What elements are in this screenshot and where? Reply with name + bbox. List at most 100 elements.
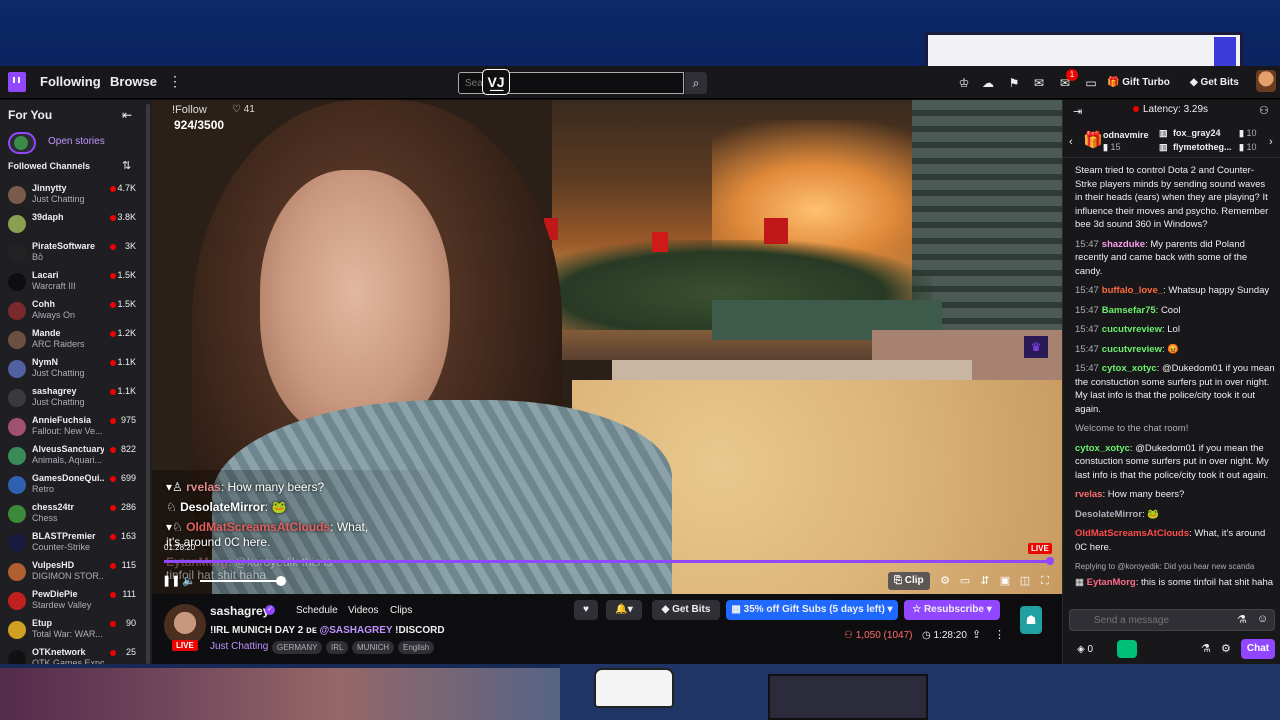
chat-user[interactable]: DesolateMirror xyxy=(1075,509,1142,520)
sidebar-channel[interactable]: OTKnetwork OTK Games Expo 25 xyxy=(0,646,148,664)
chat-user[interactable]: EytanMorg xyxy=(1087,577,1136,588)
sidebar-channel[interactable]: AnnieFuchsia Fallout: New Ve... 975 xyxy=(0,414,148,443)
nav-following[interactable]: Following xyxy=(40,74,101,89)
tag-chip[interactable]: English xyxy=(398,641,435,654)
chat-user[interactable]: rvelas xyxy=(1075,489,1102,500)
claim-points-button[interactable] xyxy=(1117,640,1137,658)
sidebar-channel[interactable]: PirateSoftware Bō 3K xyxy=(0,240,148,269)
share-icon[interactable]: ⇪ xyxy=(972,628,981,641)
chat-user[interactable]: cytox_xotyc xyxy=(1102,363,1157,374)
volume-knob[interactable] xyxy=(276,576,286,586)
sidebar-channel[interactable]: Etup Total War: WAR... 90 xyxy=(0,617,148,646)
settings-icon[interactable]: ⚙ xyxy=(938,574,952,588)
channel-name: OTKnetwork xyxy=(32,647,86,657)
channel-game: Warcraft III xyxy=(32,281,76,291)
bits-icon[interactable]: ⚗ xyxy=(1201,642,1211,655)
chat-user[interactable]: OldMatScreamsAtClouds xyxy=(1075,528,1189,539)
chat-message: 15:47 Bamsefar75: Cool xyxy=(1075,304,1275,318)
chat-header: ⇥ Latency: 3.29s ⚇ xyxy=(1063,100,1280,122)
channel-name: AlveusSanctuary xyxy=(32,444,104,454)
pause-icon[interactable]: ❚❚ xyxy=(162,574,180,588)
follow-heart-button[interactable]: ♥ xyxy=(574,600,598,620)
sort-icon[interactable]: ⇅ xyxy=(122,159,131,172)
extensions-icon[interactable]: ⚑ xyxy=(1006,75,1022,91)
whispers-icon[interactable]: ▭ xyxy=(1083,75,1099,91)
collapse-chat-icon[interactable]: ⇥ xyxy=(1073,105,1082,118)
sidebar-channel[interactable]: AlveusSanctuary Animals, Aquari... 822 xyxy=(0,443,148,472)
sidebar-channel[interactable]: chess24tr Chess 286 xyxy=(0,501,148,530)
stream-title-mention[interactable]: @SASHAGREY xyxy=(319,625,392,636)
volume-icon[interactable]: 🔈 xyxy=(182,574,196,588)
latency-value: Latency: 3.29s xyxy=(1143,104,1209,115)
collapse-sidebar-icon[interactable]: ⇤ xyxy=(122,108,132,122)
seek-bar[interactable] xyxy=(164,557,1054,565)
channel-points[interactable]: ◈ 0 xyxy=(1077,644,1093,655)
category-link[interactable]: Just Chatting xyxy=(210,641,268,652)
tag-chip[interactable]: GERMANY xyxy=(272,641,323,654)
twitch-logo-icon[interactable] xyxy=(8,72,26,92)
gifter-name[interactable]: flymetotheg... xyxy=(1173,142,1232,152)
resubscribe-button[interactable]: ☆ Resubscribe ▾ xyxy=(904,600,1000,620)
more-options-icon[interactable]: ⋮ xyxy=(994,628,1005,641)
chevron-right-icon[interactable]: › xyxy=(1269,136,1273,148)
seek-handle[interactable] xyxy=(1046,557,1054,565)
theatre-mode-icon[interactable]: ▭ xyxy=(958,574,972,588)
nav-browse[interactable]: Browse xyxy=(110,74,157,89)
gifter-name[interactable]: fox_gray24 xyxy=(1173,128,1221,138)
sidebar-channel[interactable]: BLASTPremier Counter-Strike 163 xyxy=(0,530,148,559)
chat-user[interactable]: cucutvreview xyxy=(1102,324,1162,335)
overlay-chat-user: OldMatScreamsAtClouds xyxy=(186,520,331,534)
gift-sub-promo-icon[interactable]: ☗ xyxy=(1020,606,1042,634)
chat-user[interactable]: cytox_xotyc xyxy=(1075,443,1130,454)
get-bits-button[interactable]: ◆ Get Bits xyxy=(652,600,720,620)
open-stories-link[interactable]: Open stories xyxy=(48,136,105,147)
miniplayer-icon[interactable]: ▣ xyxy=(998,574,1012,588)
layout-icon[interactable]: ◫ xyxy=(1018,574,1032,588)
get-bits-button[interactable]: ◆ Get Bits xyxy=(1190,73,1239,93)
tag-chip[interactable]: MUNICH xyxy=(352,641,394,654)
community-icon[interactable]: ⚇ xyxy=(1259,104,1269,117)
user-avatar[interactable] xyxy=(1256,70,1276,92)
volume-slider[interactable] xyxy=(200,576,286,586)
tab-schedule[interactable]: Schedule xyxy=(296,605,338,616)
chat-user[interactable]: Bamsefar75 xyxy=(1102,305,1156,316)
cloud-icon[interactable]: ☁ xyxy=(980,75,996,91)
inbox-icon[interactable]: ✉ xyxy=(1031,75,1047,91)
fullscreen-icon[interactable]: ⛶ xyxy=(1038,574,1052,588)
sidebar-channel[interactable]: 39daph 3.8K xyxy=(0,211,148,240)
sidebar-channel[interactable]: Jinnytty Just Chatting 4.7K xyxy=(0,182,148,211)
clip-button[interactable]: ⎘ Clip xyxy=(888,572,930,590)
stories-avatar[interactable] xyxy=(8,132,36,154)
popout-icon[interactable]: ⇵ xyxy=(978,574,992,588)
tab-videos[interactable]: Videos xyxy=(348,605,378,616)
streamer-name[interactable]: sashagrey xyxy=(210,604,269,618)
chat-settings-icon[interactable]: ⚙ xyxy=(1221,642,1231,655)
search-icon[interactable]: ⌕ xyxy=(685,72,707,94)
sidebar-channel[interactable]: NymN Just Chatting 1.1K xyxy=(0,356,148,385)
emote-icon[interactable]: ☺ xyxy=(1257,613,1268,625)
tag-chip[interactable]: IRL xyxy=(326,641,349,654)
chat-user[interactable]: shazduke xyxy=(1102,239,1145,250)
notifications-bell-button[interactable]: 🔔▾ xyxy=(606,600,642,620)
sidebar-channel[interactable]: Mande ARC Raiders 1.2K xyxy=(0,327,148,356)
chat-send-button[interactable]: Chat xyxy=(1241,639,1275,659)
sidebar-channel[interactable]: sashagrey Just Chatting 1.1K xyxy=(0,385,148,414)
chat-user[interactable]: buffalo_love_ xyxy=(1102,285,1163,296)
stream-title-prefix: !IRL MUNICH DAY 2 ᴅᴇ xyxy=(210,625,320,636)
crown-icon[interactable]: ♔ xyxy=(956,75,972,91)
sidebar-channel[interactable]: VulpesHD DIGIMON STOR... 115 xyxy=(0,559,148,588)
chat-user[interactable]: cucutvreview xyxy=(1102,344,1162,355)
sidebar-scrollbar[interactable] xyxy=(146,104,150,664)
gift-subs-button[interactable]: ▦ 35% off Gift Subs (5 days left) ▾ xyxy=(726,600,898,620)
sidebar-channel[interactable]: Cohh Always On 1.5K xyxy=(0,298,148,327)
chevron-left-icon[interactable]: ‹ xyxy=(1069,136,1073,148)
bits-icon[interactable]: ⚗ xyxy=(1237,613,1247,626)
gifter-name[interactable]: odnavmire xyxy=(1103,130,1149,140)
sidebar-channel[interactable]: PewDiePie Stardew Valley 111 xyxy=(0,588,148,617)
tab-clips[interactable]: Clips xyxy=(390,605,412,616)
more-icon[interactable]: ⋮ xyxy=(168,73,182,90)
gift-turbo-button[interactable]: 🎁 Gift Turbo xyxy=(1107,73,1170,93)
sidebar-channel[interactable]: GamesDoneQui... Retro 699 xyxy=(0,472,148,501)
sidebar-channel[interactable]: Lacari Warcraft III 1.5K xyxy=(0,269,148,298)
video-player[interactable]: !Follow ♡ 41 924/3500 ♛ ▾♙ rvelas: How m… xyxy=(152,100,1062,594)
